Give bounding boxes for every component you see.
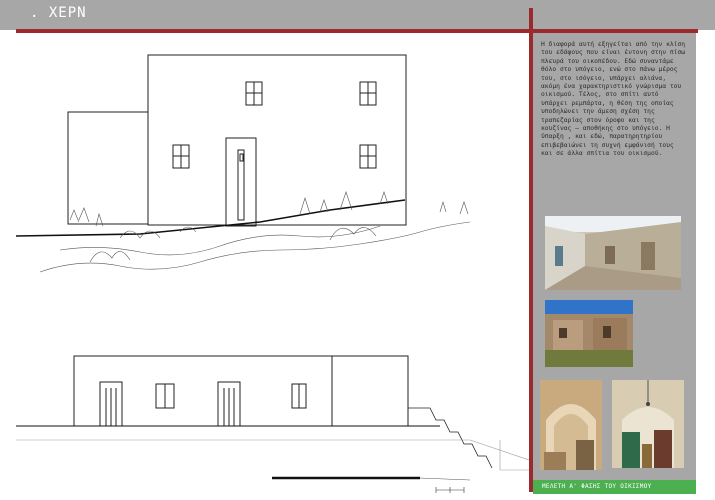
vertical-rule	[529, 8, 533, 492]
architectural-drawings	[15, 54, 529, 493]
street-photo	[545, 216, 681, 290]
vault-photo	[540, 380, 602, 470]
stairs	[408, 407, 493, 469]
lower-elevation	[73, 355, 409, 427]
courtyard-photo	[545, 300, 633, 367]
footer-label: ΜΕΛΕΤΗ Α' ΦΑΣΗΣ ΤΟΥ ΟΙΚΙΣΜΟΥ	[542, 483, 652, 490]
interior-photo	[612, 380, 684, 468]
description-text: Η διαφορά αυτή εξηγείται από την κλίση τ…	[541, 41, 686, 158]
scale-bar	[435, 487, 465, 493]
upper-elevation	[67, 54, 407, 227]
ground-line	[15, 199, 406, 237]
